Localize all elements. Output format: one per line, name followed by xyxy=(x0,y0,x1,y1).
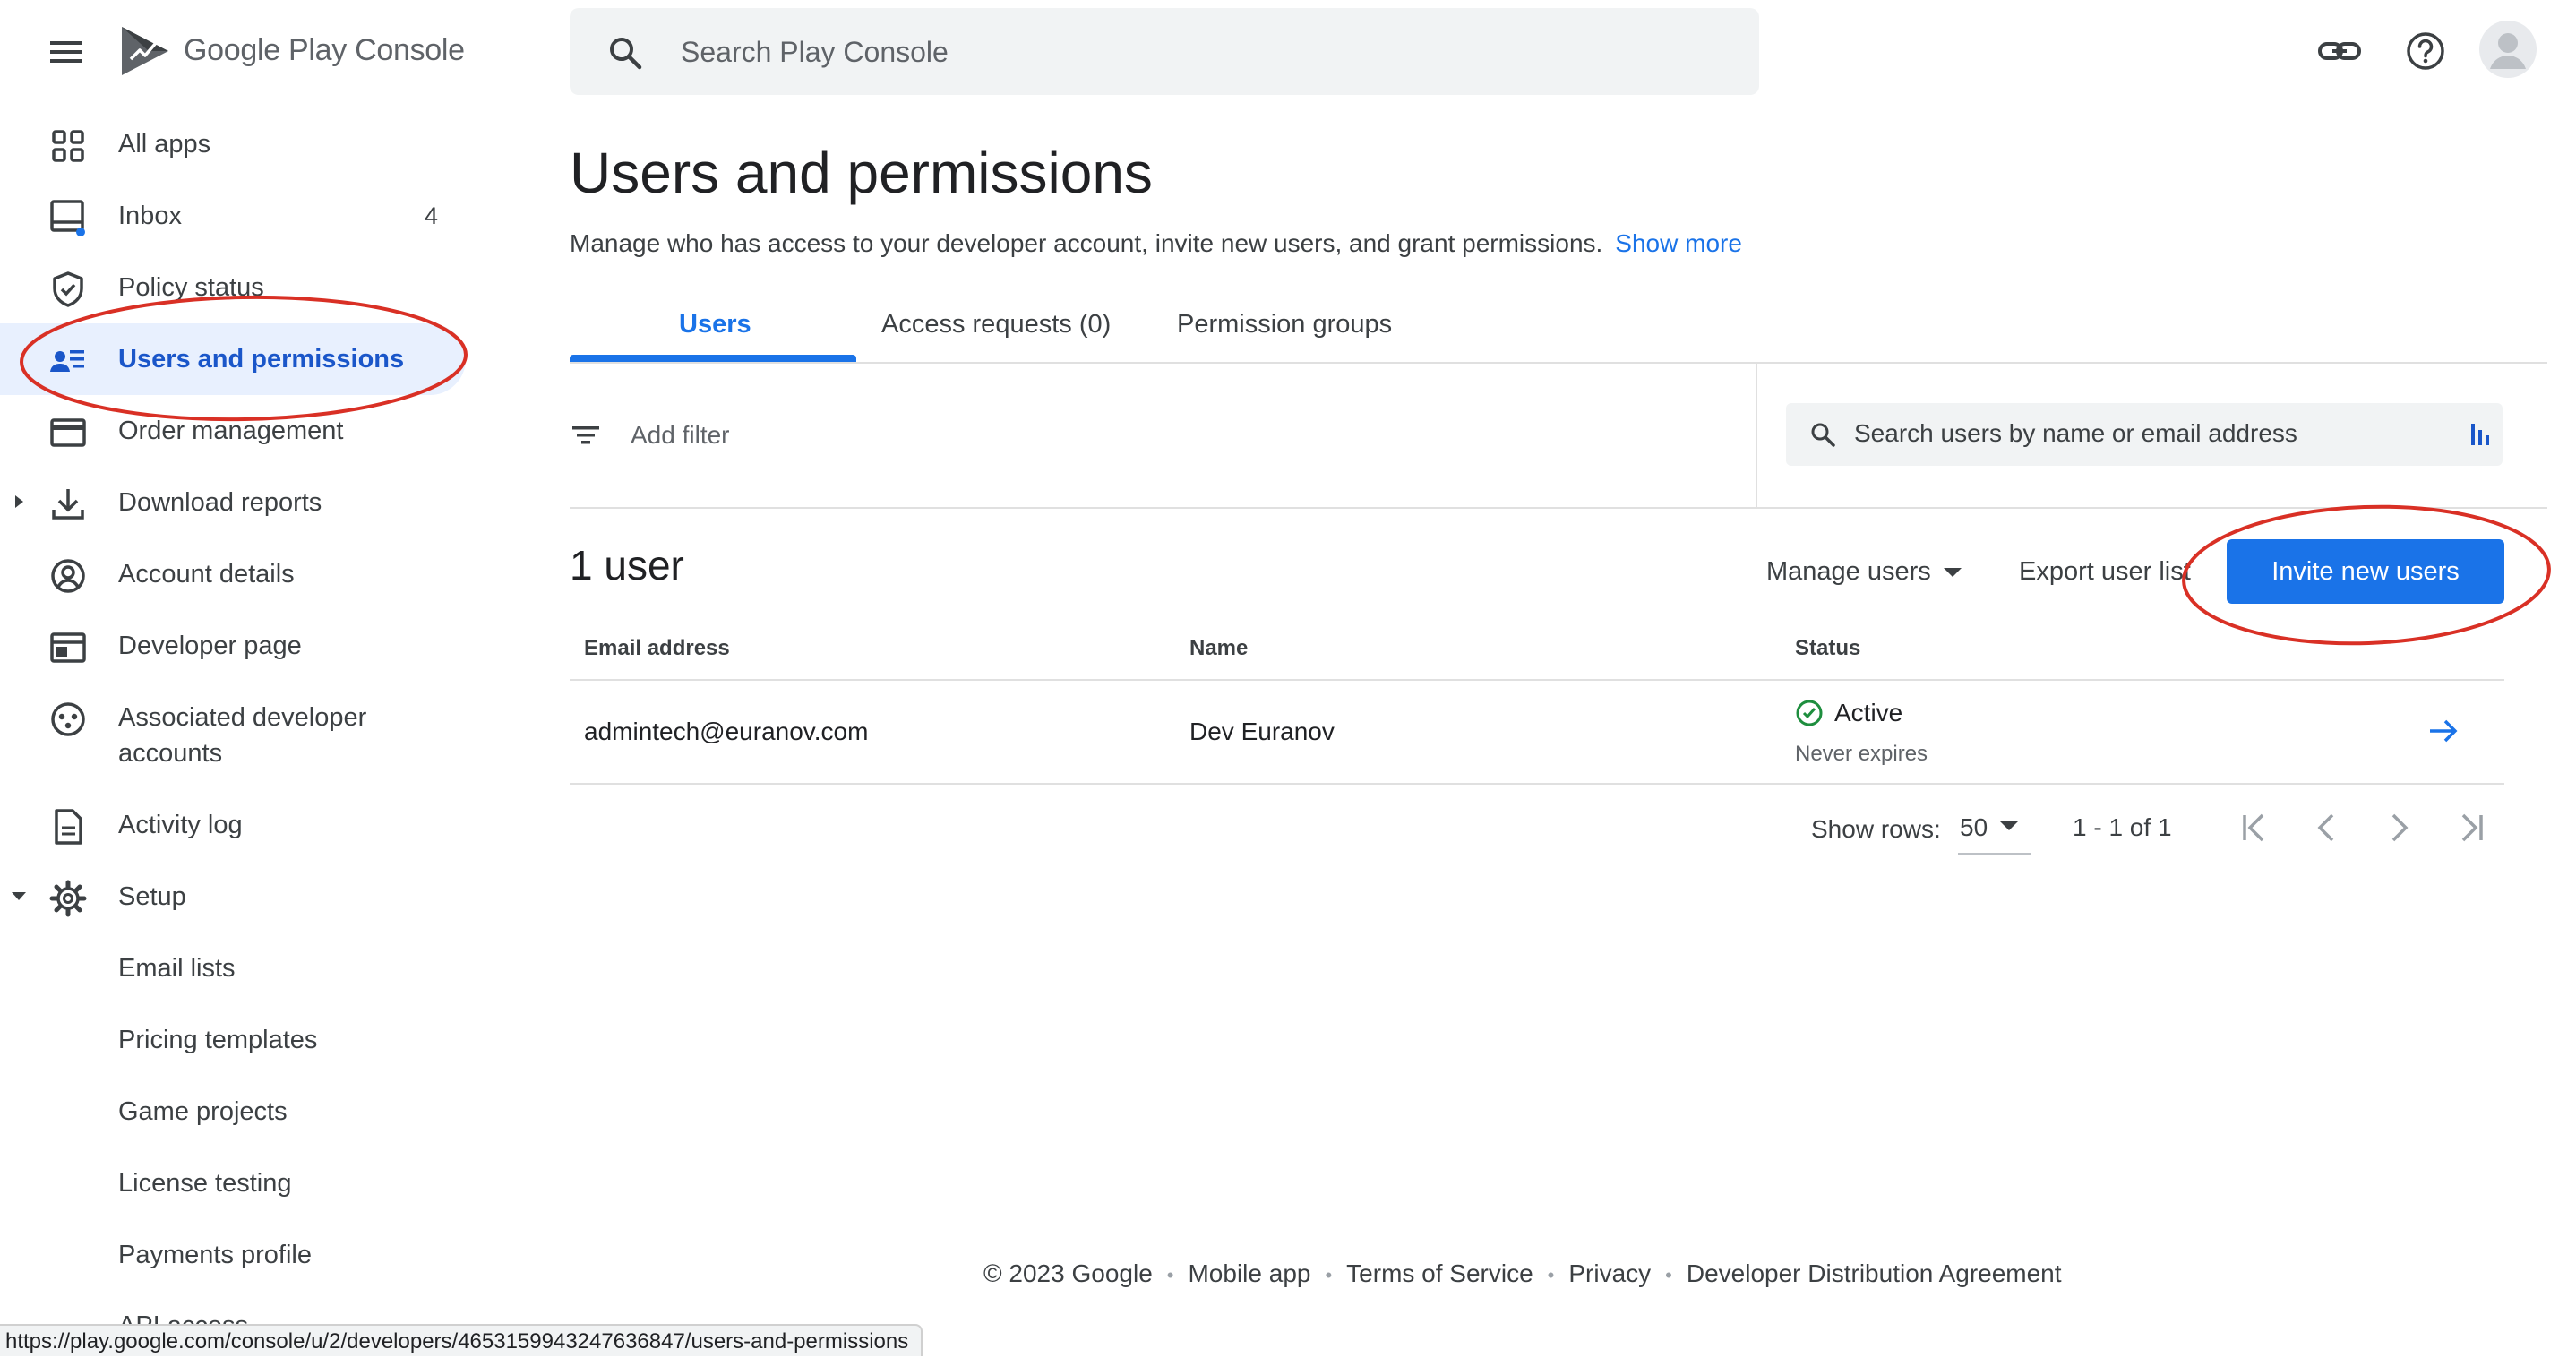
user-count-heading: 1 user xyxy=(570,542,684,589)
tab-bar: Users Access requests (0) Permission gro… xyxy=(570,296,2547,364)
sidebar-item-game-projects[interactable]: Game projects xyxy=(118,1094,288,1130)
sidebar-item-all-apps[interactable]: All apps xyxy=(0,108,466,180)
footer-link-terms[interactable]: Terms of Service xyxy=(1346,1259,1533,1287)
column-options-icon[interactable] xyxy=(2469,421,2492,448)
column-header-name[interactable]: Name xyxy=(1189,634,1248,663)
last-page-icon[interactable] xyxy=(2451,808,2490,847)
footer-link-privacy[interactable]: Privacy xyxy=(1568,1259,1651,1287)
associated-accounts-icon xyxy=(48,700,88,739)
caret-down-icon[interactable] xyxy=(9,886,29,906)
sidebar-item-download-reports[interactable]: Download reports xyxy=(0,467,466,538)
search-placeholder: Search Play Console xyxy=(681,36,949,68)
browser-status-url: https://play.google.com/console/u/2/deve… xyxy=(0,1324,923,1356)
search-icon xyxy=(607,35,643,71)
play-console-logo[interactable] xyxy=(116,23,172,79)
sidebar-item-activity-log[interactable]: Activity log xyxy=(0,789,466,861)
sidebar-item-account-details[interactable]: Account details xyxy=(0,538,466,610)
gear-icon xyxy=(48,879,88,918)
add-filter-button[interactable]: Add filter xyxy=(631,417,730,453)
description-text: Manage who has access to your developer … xyxy=(570,229,1603,257)
rows-per-page-select[interactable]: 50 xyxy=(1958,806,2031,855)
page-title: Users and permissions xyxy=(570,141,1153,205)
show-rows-label: Show rows: xyxy=(1811,815,1941,843)
sidebar-item-policy-status[interactable]: Policy status xyxy=(0,252,466,323)
hamburger-icon xyxy=(50,41,82,63)
rows-per-page-value: 50 xyxy=(1960,813,1988,841)
chevron-down-icon[interactable] xyxy=(1942,566,1963,579)
play-console-logo-icon xyxy=(122,27,168,75)
footer-copyright: © 2023 Google xyxy=(983,1259,1153,1287)
console-search-bar[interactable]: Search Play Console xyxy=(570,8,1759,95)
tab-users[interactable]: Users xyxy=(679,306,751,342)
filter-divider xyxy=(1756,362,1757,507)
sidebar-item-pricing-templates[interactable]: Pricing templates xyxy=(118,1022,317,1058)
sidebar-item-payments-profile[interactable]: Payments profile xyxy=(118,1237,312,1273)
account-avatar[interactable] xyxy=(2479,21,2537,78)
search-icon xyxy=(1809,421,1836,448)
brand-name: Google Play Console xyxy=(184,33,465,67)
column-header-status[interactable]: Status xyxy=(1795,634,1860,663)
tab-permission-groups[interactable]: Permission groups xyxy=(1177,306,1392,342)
expiry-text: Never expires xyxy=(1795,742,1928,766)
help-icon xyxy=(2407,32,2444,70)
sidebar-item-order-management[interactable]: Order management xyxy=(0,395,466,467)
document-icon xyxy=(48,807,88,847)
next-page-icon[interactable] xyxy=(2379,808,2418,847)
arrow-right-icon[interactable] xyxy=(2426,713,2461,749)
download-icon xyxy=(48,485,88,524)
people-list-icon xyxy=(48,341,88,381)
sidebar-item-users-and-permissions[interactable]: Users and permissions xyxy=(0,323,466,395)
sidebar-item-developer-page[interactable]: Developer page xyxy=(0,610,466,682)
main-menu-button[interactable] xyxy=(47,34,90,70)
caret-right-icon[interactable] xyxy=(9,492,29,511)
invite-new-users-button[interactable]: Invite new users xyxy=(2227,539,2504,604)
manage-users-dropdown[interactable]: Manage users xyxy=(1766,554,1931,589)
help-button[interactable] xyxy=(2399,24,2452,78)
web-page-icon xyxy=(48,628,88,667)
inbox-count-badge: 4 xyxy=(425,202,439,229)
inbox-icon xyxy=(48,198,88,237)
export-user-list-button[interactable]: Export user list xyxy=(2019,554,2191,589)
sidebar-item-setup[interactable]: Setup xyxy=(0,861,466,933)
footer: © 2023 Google • Mobile app • Terms of Servic… xyxy=(983,1259,2062,1287)
tab-access-requests[interactable]: Access requests (0) xyxy=(881,306,1111,342)
footer-link-distribution-agreement[interactable]: Developer Distribution Agreement xyxy=(1687,1259,2062,1287)
column-header-email[interactable]: Email address xyxy=(584,634,730,663)
show-more-link[interactable]: Show more xyxy=(1615,229,1742,257)
credit-card-icon xyxy=(48,413,88,452)
table-row-divider xyxy=(570,783,2504,785)
footer-link-mobile-app[interactable]: Mobile app xyxy=(1188,1259,1310,1287)
sidebar-item-associated-developer-accounts[interactable]: Associated developer accounts xyxy=(0,682,466,780)
sidebar-item-inbox[interactable]: Inbox 4 xyxy=(0,180,466,252)
page-description: Manage who has access to your developer … xyxy=(570,226,1742,262)
shield-check-icon xyxy=(48,270,88,309)
link-icon xyxy=(2318,42,2361,60)
account-circle-icon xyxy=(48,556,88,596)
table-header-divider xyxy=(570,679,2504,681)
user-email: admintech@euranov.com xyxy=(584,718,869,745)
first-page-icon[interactable] xyxy=(2236,808,2275,847)
status-badge: Active xyxy=(1834,699,1903,726)
default-avatar-icon xyxy=(2490,33,2526,69)
pagination-range: 1 - 1 of 1 xyxy=(2073,813,2172,841)
share-link-button[interactable] xyxy=(2313,24,2366,78)
user-name: Dev Euranov xyxy=(1189,718,1335,745)
user-search-input[interactable]: Search users by name or email address xyxy=(1786,403,2503,466)
previous-page-icon[interactable] xyxy=(2307,808,2347,847)
apps-grid-icon xyxy=(48,126,88,166)
filter-icon[interactable] xyxy=(570,419,602,451)
sidebar-item-email-lists[interactable]: Email lists xyxy=(118,950,236,986)
check-circle-icon xyxy=(1795,699,1824,727)
chevron-down-icon xyxy=(2000,821,2018,830)
user-search-placeholder: Search users by name or email address xyxy=(1854,419,2297,447)
sidebar-item-license-testing[interactable]: License testing xyxy=(118,1165,291,1201)
active-tab-indicator xyxy=(570,355,856,362)
